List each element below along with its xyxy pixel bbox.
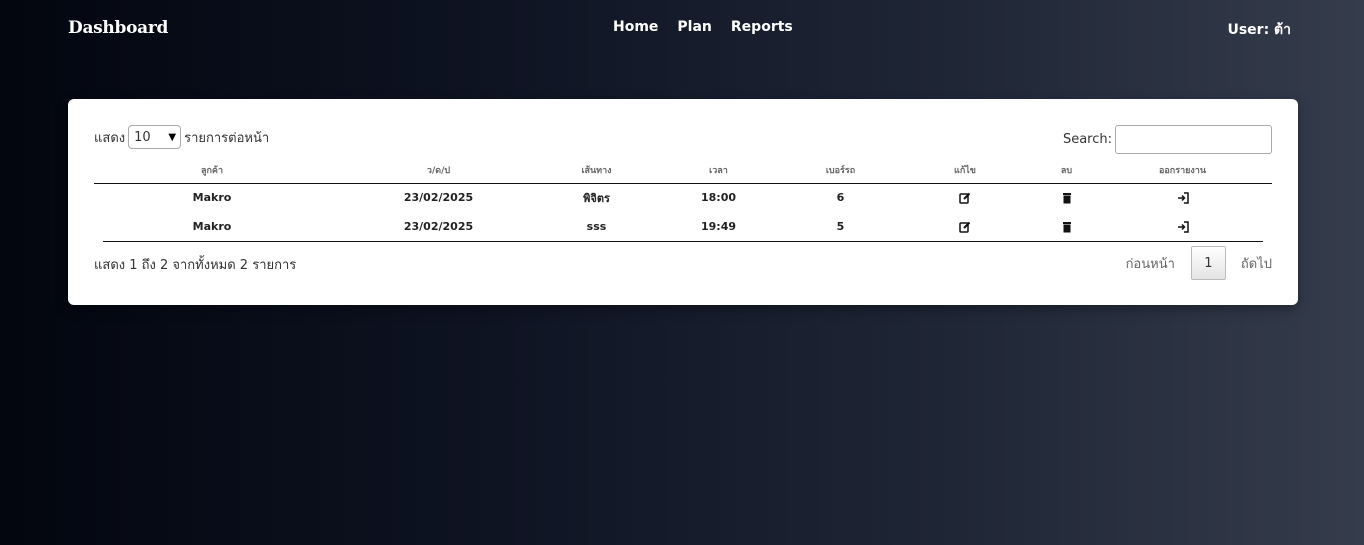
cell-route: sss — [586, 220, 607, 233]
user-label[interactable]: User: ต้า — [1227, 19, 1291, 41]
data-table: ลูกค้า ว/ด/ป เส้นทาง เวลา เบอร์รถ แก้ไข … — [94, 157, 1272, 241]
table-info: แสดง 1 ถึง 2 จากทั้งหมด 2 รายการ — [94, 258, 297, 273]
pagination: ก่อนหน้า 1 ถัดไป — [1126, 246, 1272, 280]
trash-icon[interactable] — [1061, 192, 1073, 204]
cell-date: 23/02/2025 — [403, 191, 474, 205]
navbar: Dashboard Home Plan Reports User: ต้า — [0, 0, 1364, 56]
page-length-select[interactable]: 10 ▼ — [128, 125, 182, 149]
previous-button[interactable]: ก่อนหน้า — [1126, 253, 1175, 274]
page-1-button[interactable]: 1 — [1190, 246, 1226, 280]
page-length-control: แสดง 10 ▼ รายการต่อหน้า — [94, 125, 269, 149]
header-customer[interactable]: ลูกค้า — [94, 157, 330, 184]
brand[interactable]: Dashboard — [68, 18, 168, 38]
header-truck[interactable]: เบอร์รถ — [791, 157, 890, 184]
cell-delete — [1040, 183, 1093, 212]
header-date[interactable]: ว/ด/ป — [330, 157, 547, 184]
nav-links: Home Plan Reports — [613, 19, 793, 35]
page-length-value: 10 — [134, 129, 151, 145]
sign-in-icon[interactable] — [1177, 192, 1189, 204]
cell-date: 23/02/2025 — [403, 220, 474, 233]
table-card: แสดง 10 ▼ รายการต่อหน้า Search: ลูกค้า ว… — [68, 99, 1298, 305]
cell-customer: Makro — [192, 191, 232, 205]
edit-icon[interactable] — [959, 221, 971, 233]
table-header-row: ลูกค้า ว/ด/ป เส้นทาง เวลา เบอร์รถ แก้ไข … — [94, 157, 1272, 184]
header-edit: แก้ไข — [890, 157, 1040, 184]
nav-reports[interactable]: Reports — [731, 19, 793, 35]
cell-truck: 6 — [836, 191, 845, 205]
edit-icon[interactable] — [959, 192, 971, 204]
header-time[interactable]: เวลา — [646, 157, 791, 184]
cell-customer: Makro — [192, 220, 232, 233]
cell-time: 19:49 — [700, 220, 736, 233]
cell-delete — [1040, 212, 1093, 241]
chevron-down-icon: ▼ — [168, 131, 177, 143]
cell-route: พิจิตร — [583, 191, 610, 205]
header-delete: ลบ — [1040, 157, 1093, 184]
table-bottom-border — [103, 241, 1263, 242]
header-report: ออกรายงาน — [1093, 157, 1272, 184]
search-control: Search: — [1063, 125, 1272, 154]
cell-edit — [890, 212, 1040, 241]
length-suffix: รายการต่อหน้า — [184, 130, 270, 146]
search-label: Search: — [1062, 132, 1112, 147]
table-row: Makro 23/02/2025 พิจิตร 18:00 6 — [94, 183, 1272, 212]
next-button[interactable]: ถัดไป — [1241, 253, 1272, 274]
cell-truck: 5 — [836, 220, 845, 233]
search-input[interactable] — [1115, 125, 1272, 154]
cell-time: 18:00 — [700, 191, 736, 205]
table-row: Makro 23/02/2025 sss 19:49 5 — [94, 212, 1272, 241]
cell-edit — [890, 183, 1040, 212]
nav-plan[interactable]: Plan — [677, 19, 711, 35]
cell-report — [1093, 183, 1272, 212]
nav-home[interactable]: Home — [613, 19, 658, 35]
trash-icon[interactable] — [1061, 221, 1073, 233]
cell-report — [1093, 212, 1272, 241]
header-route[interactable]: เส้นทาง — [547, 157, 646, 184]
length-prefix: แสดง — [94, 130, 126, 146]
sign-in-icon[interactable] — [1177, 221, 1189, 233]
